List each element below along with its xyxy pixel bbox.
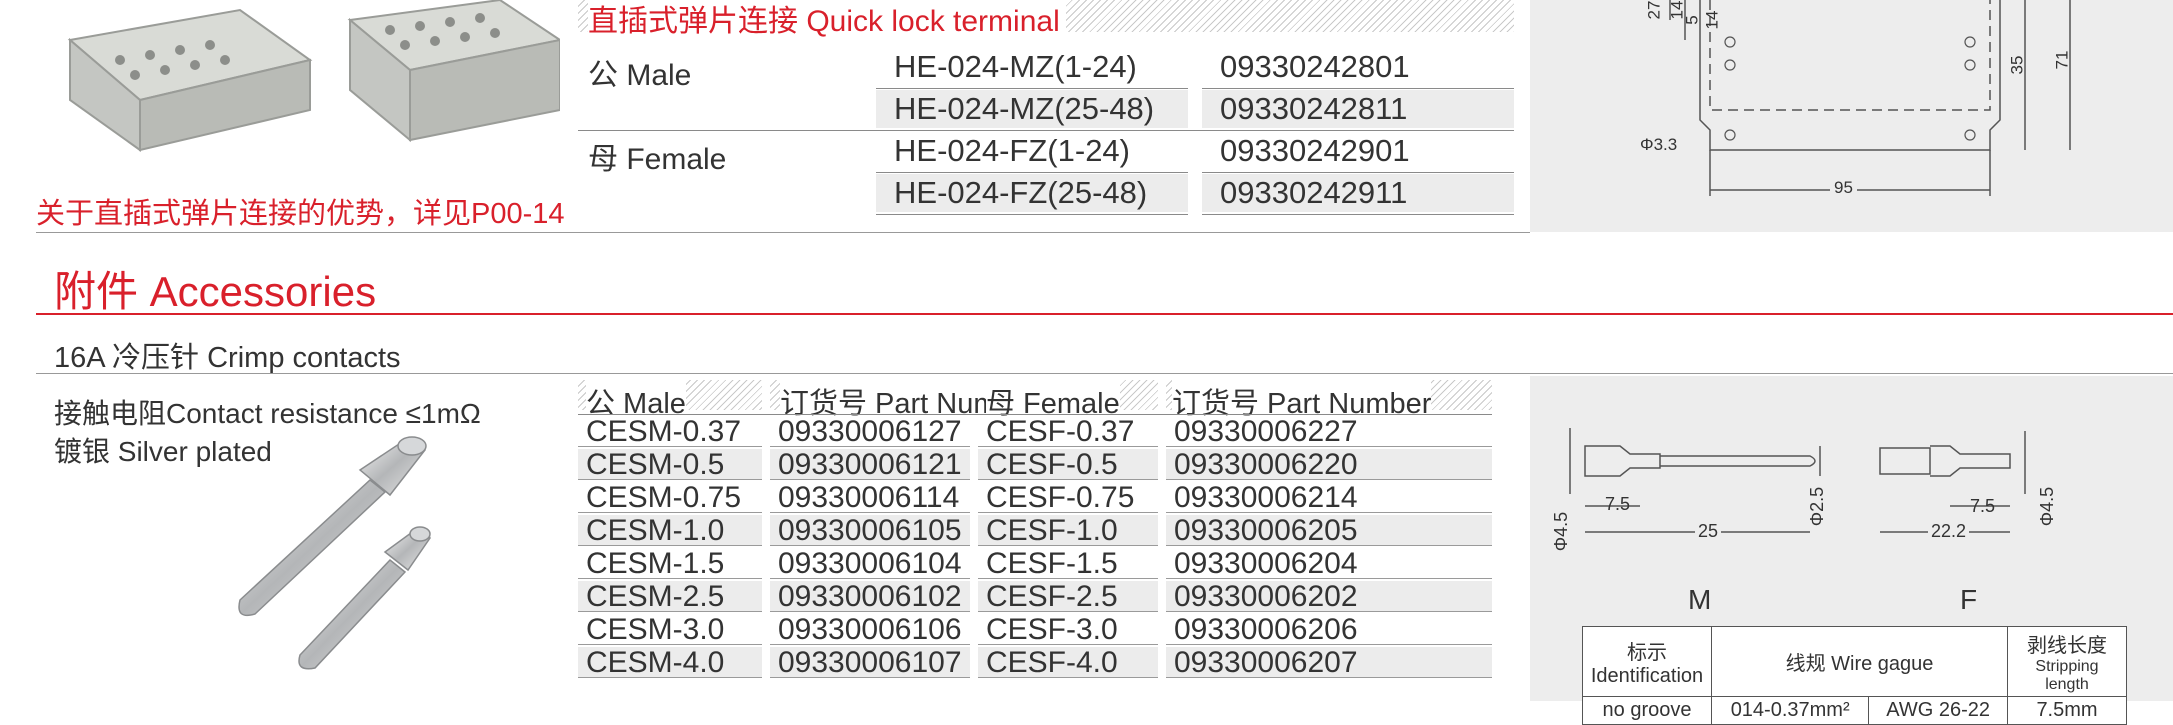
- connector-insert-photo: [67, 0, 560, 152]
- female-diameter-label: Φ4.5: [2037, 486, 2058, 527]
- accessories-heading: 附件 Accessories: [54, 268, 377, 315]
- female-part-cell: 09330006202: [1166, 581, 1492, 612]
- width-dim-label: 95: [1830, 178, 1857, 198]
- model-cell: HE-024-FZ(1-24): [894, 133, 1130, 168]
- part-number-cell: 09330242811: [1202, 90, 1514, 128]
- dim-label: 27: [1644, 0, 1664, 20]
- dim-label: 35: [2007, 55, 2027, 75]
- subheading-rule: [36, 373, 2173, 374]
- male-length-label: 25: [1695, 521, 1722, 542]
- crimp-contacts-heading: 16A 冷压针 Crimp contacts: [54, 342, 401, 374]
- part-number-cell: 09330242801: [1220, 49, 1410, 84]
- part-number-cell: 09330242911: [1202, 174, 1514, 212]
- heading-rule: [36, 313, 2173, 315]
- female-strip-label: 7.5: [1970, 496, 1996, 516]
- female-part-cell: 09330006207: [1166, 647, 1492, 678]
- male-model-cell: CESM-1.5: [578, 548, 762, 579]
- female-label: F: [1960, 584, 1978, 615]
- female-model-cell: CESF-1.0: [978, 515, 1158, 546]
- female-part-cell: 09330006206: [1166, 614, 1492, 645]
- strip-header-cn: 剥线长度: [2027, 635, 2107, 657]
- female-part-cell: 09330006214: [1166, 482, 1492, 513]
- female-label: 母 Female: [588, 143, 727, 176]
- male-strip-label: 7.5: [1605, 494, 1631, 514]
- strip-header: 剥线长度 Stripping length: [2007, 626, 2127, 697]
- male-part-cell: 09330006127: [770, 416, 970, 447]
- female-model-cell: CESF-4.0: [978, 647, 1158, 678]
- ident-header: 标示 Identification: [1582, 626, 1712, 697]
- housing-dimension-drawing: 27 14 5 14 35 71 Φ3.3 95: [1530, 0, 2173, 232]
- male-part-cell: 09330006121: [770, 449, 970, 480]
- female-part-cell: 09330006205: [1166, 515, 1492, 546]
- contact-dimension-drawing: Φ4.5 7.5 25 Φ2.5 7.5 22.2 Φ4.5 M F 标示 Id…: [1530, 376, 2173, 725]
- female-model-cell: CESF-2.5: [978, 581, 1158, 612]
- wire-header: 线规 Wire gague: [1711, 626, 2008, 697]
- female-part-cell: 09330006227: [1166, 416, 1492, 447]
- part-number-cell: 09330242901: [1220, 133, 1410, 168]
- male-label: M: [1688, 584, 1712, 615]
- model-cell: HE-024-MZ(1-24): [894, 49, 1137, 84]
- male-model-cell: CESM-3.0: [578, 614, 762, 645]
- dim-label: 14: [1702, 10, 1722, 30]
- dim-label: 5: [1682, 15, 1702, 25]
- male-model-cell: CESM-0.37: [578, 416, 762, 447]
- model-cell: HE-024-FZ(25-48): [876, 174, 1188, 212]
- female-length-label: 22.2: [1928, 521, 1970, 542]
- male-model-cell: CESM-2.5: [578, 581, 762, 612]
- quick-lock-title: 直插式弹片连接 Quick lock terminal: [588, 0, 1066, 40]
- male-model-cell: CESM-0.5: [578, 449, 762, 480]
- female-model-cell: CESF-1.5: [978, 548, 1158, 579]
- crimp-contacts-table: 公 Male 订货号 Part Number 母 Female 订货号 Part…: [578, 380, 1514, 680]
- contact-resistance-text: 接触电阻Contact resistance ≤1mΩ: [54, 398, 481, 429]
- male-model-cell: CESM-1.0: [578, 515, 762, 546]
- male-part-cell: 09330006107: [770, 647, 970, 678]
- wire-spec-table: 标示 Identification 线规 Wire gague 剥线长度 Str…: [1582, 626, 2127, 725]
- advantage-note: 关于直插式弹片连接的优势，详见P00-14: [36, 198, 565, 230]
- model-cell: HE-024-MZ(25-48): [876, 90, 1188, 128]
- male-part-cell: 09330006114: [770, 482, 970, 513]
- female-part-cell: 09330006204: [1166, 548, 1492, 579]
- male-model-cell: CESM-0.75: [578, 482, 762, 513]
- female-model-cell: CESF-3.0: [978, 614, 1158, 645]
- male-pin-diameter-label: Φ2.5: [1807, 486, 1828, 527]
- male-part-cell: 09330006104: [770, 548, 970, 579]
- male-part-cell: 09330006106: [770, 614, 970, 645]
- male-part-cell: 09330006105: [770, 515, 970, 546]
- dim-label: 71: [2052, 50, 2072, 70]
- hole-diameter-label: Φ3.3: [1640, 135, 1678, 154]
- top-part-table: 公 Male 母 Female HE-024-MZ(1-24) 09330242…: [578, 48, 1514, 216]
- ident-header-en: Identification: [1590, 664, 1704, 687]
- crimp-pin-photo: [238, 436, 431, 670]
- female-model-cell: CESF-0.37: [978, 416, 1158, 447]
- male-diameter-label: Φ4.5: [1551, 511, 1572, 552]
- female-model-cell: CESF-0.5: [978, 449, 1158, 480]
- male-model-cell: CESM-4.0: [578, 647, 762, 678]
- male-label: 公 Male: [588, 59, 692, 92]
- female-part-cell: 09330006220: [1166, 449, 1492, 480]
- male-part-cell: 09330006102: [770, 581, 970, 612]
- female-model-cell: CESF-0.75: [978, 482, 1158, 513]
- top-section-divider: [36, 232, 1530, 233]
- strip-header-en: Stripping length: [2035, 658, 2099, 693]
- ident-header-cn: 标示: [1627, 641, 1667, 664]
